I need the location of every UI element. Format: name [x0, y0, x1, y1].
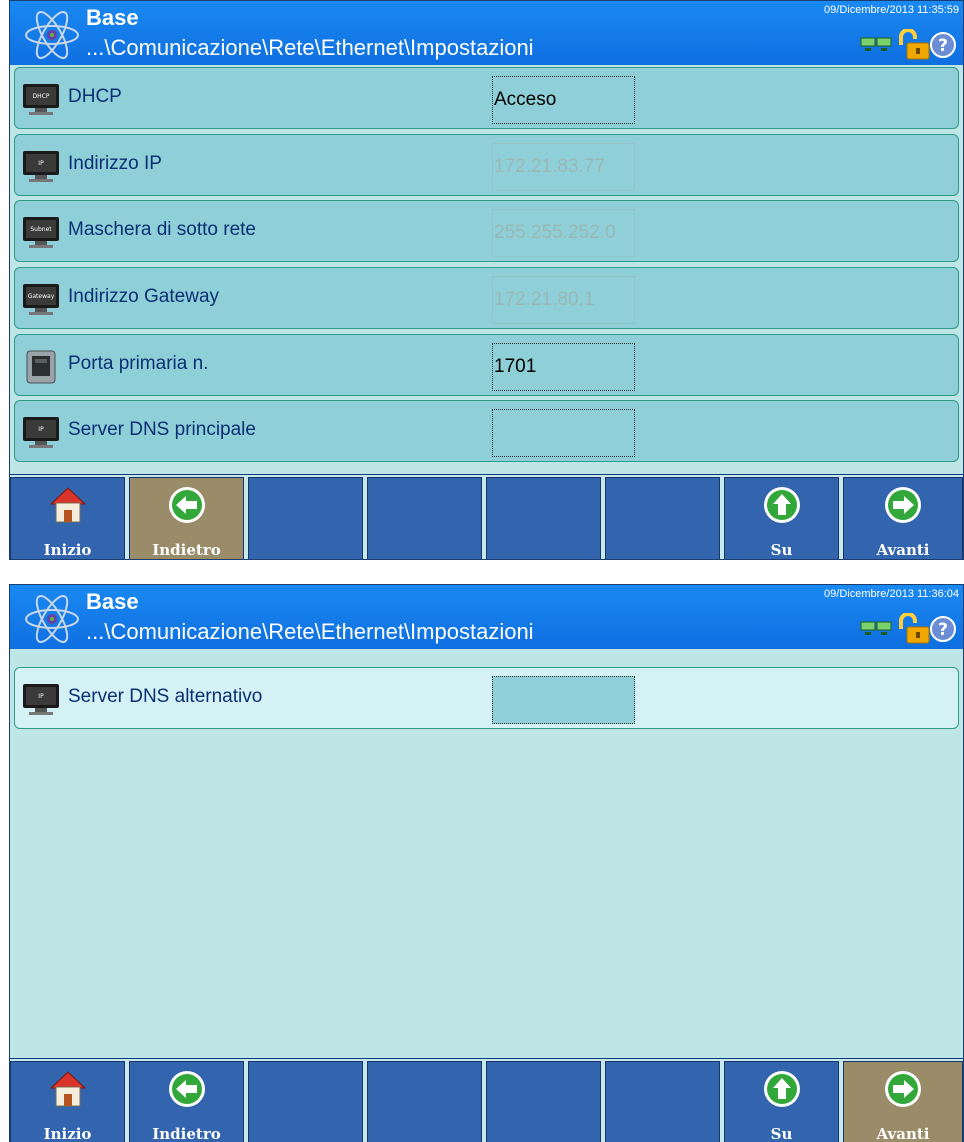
title-bar: Base ...\Comunicazione\Rete\Ethernet\Imp…: [10, 1, 963, 65]
softkey-bar: Inizio Indietro Su Avanti: [10, 474, 963, 559]
back-button-label: Indietro: [152, 1125, 221, 1142]
setting-row-subnet[interactable]: Subnet Maschera di sotto rete 255.255.25…: [14, 200, 959, 262]
setting-value-ip: 172.21.83.77: [492, 143, 635, 191]
dns-monitor-icon: IP: [23, 684, 59, 715]
dhcp-icon-text: DHCP: [33, 93, 50, 100]
arrow-left-icon: [169, 1071, 205, 1107]
setting-row-ip[interactable]: IP Indirizzo IP 172.21.83.77: [14, 134, 959, 196]
lock-open-icon: [899, 613, 930, 644]
setting-value-gateway: 172.21.80.1: [492, 276, 635, 324]
softkey-empty-5[interactable]: [486, 1061, 601, 1142]
home-button-label: Inizio: [43, 541, 92, 559]
next-button[interactable]: Avanti: [843, 477, 963, 559]
setting-value-dhcp[interactable]: Acceso: [492, 76, 635, 124]
arrow-up-icon: [764, 1071, 800, 1107]
softkey-empty-5[interactable]: [486, 477, 601, 559]
setting-row-dns-primary[interactable]: IP Server DNS principale: [14, 400, 959, 462]
softkey-bar: Inizio Indietro Su Avanti: [10, 1058, 963, 1142]
up-button[interactable]: Su: [724, 477, 839, 559]
svg-text:?: ?: [938, 36, 948, 56]
setting-label-dns-alternate: Server DNS alternativo: [68, 686, 263, 707]
softkey-empty-3[interactable]: [248, 477, 363, 559]
dhcp-monitor-icon: DHCP: [23, 84, 59, 115]
setting-label-gateway: Indirizzo Gateway: [68, 286, 220, 307]
setting-row-primary-port[interactable]: Porta primaria n. 1701: [14, 334, 959, 396]
arrow-left-icon: [169, 487, 205, 523]
home-icon: [49, 1071, 87, 1107]
home-button[interactable]: Inizio: [10, 477, 125, 559]
softkey-empty-3[interactable]: [248, 1061, 363, 1142]
datetime: 09/Dicembre/2013 11:35:59: [824, 4, 959, 16]
setting-value-dns-primary[interactable]: [492, 409, 635, 457]
svg-text:?: ?: [938, 620, 948, 640]
up-button-label: Su: [770, 541, 793, 559]
terminal-screen-1: Base ...\Comunicazione\Rete\Ethernet\Imp…: [9, 0, 964, 560]
lock-open-icon: [899, 29, 930, 60]
setting-value-subnet: 255.255.252.0: [492, 209, 635, 257]
setting-row-gateway[interactable]: Gateway Indirizzo Gateway 172.21.80.1: [14, 267, 959, 329]
gateway-icon-text: Gateway: [28, 293, 55, 300]
setting-label-subnet: Maschera di sotto rete: [68, 219, 256, 240]
setting-row-dns-alternate[interactable]: IP Server DNS alternativo: [14, 667, 959, 729]
dns-primary-icon-text: IP: [38, 426, 44, 433]
status-icons: ?: [860, 29, 956, 60]
next-button-label: Avanti: [876, 541, 930, 559]
atom-logo-icon: [25, 595, 79, 643]
status-icons: ?: [860, 613, 956, 644]
network-icon: [860, 37, 892, 51]
back-button-label: Indietro: [152, 541, 221, 559]
arrow-right-icon: [885, 1071, 921, 1107]
home-button-label: Inizio: [43, 1125, 92, 1142]
datetime: 09/Dicembre/2013 11:36:04: [824, 588, 959, 600]
arrow-up-icon: [764, 487, 800, 523]
subnet-icon-text: Subnet: [30, 226, 52, 233]
terminal-screen-2: Base ...\Comunicazione\Rete\Ethernet\Imp…: [9, 584, 964, 1142]
setting-label-primary-port: Porta primaria n.: [68, 353, 209, 374]
setting-value-dns-alternate[interactable]: [492, 676, 635, 724]
home-button[interactable]: Inizio: [10, 1061, 125, 1142]
back-button[interactable]: Indietro: [129, 477, 244, 559]
port-icon: [26, 350, 56, 384]
next-button-label: Avanti: [876, 1125, 930, 1142]
subnet-monitor-icon: Subnet: [23, 217, 59, 248]
settings-list: DHCP DHCP Acceso IP Indirizzo IP 172.21.…: [10, 65, 963, 470]
back-button[interactable]: Indietro: [129, 1061, 244, 1142]
setting-row-dhcp[interactable]: DHCP DHCP Acceso: [14, 67, 959, 129]
help-icon[interactable]: ?: [930, 616, 956, 642]
breadcrumb: ...\Comunicazione\Rete\Ethernet\Impostaz…: [86, 35, 534, 60]
network-icon: [860, 621, 892, 635]
atom-logo-icon: [25, 11, 79, 59]
app-title: Base: [86, 589, 139, 614]
home-icon: [49, 487, 87, 523]
ip-icon-text: IP: [38, 160, 44, 167]
ip-monitor-icon: IP: [23, 151, 59, 182]
dns-monitor-icon: IP: [23, 417, 59, 448]
up-button-label: Su: [770, 1125, 793, 1142]
arrow-right-icon: [885, 487, 921, 523]
next-button[interactable]: Avanti: [843, 1061, 963, 1142]
softkey-empty-6[interactable]: [605, 477, 720, 559]
setting-label-dns-primary: Server DNS principale: [68, 419, 256, 440]
softkey-empty-4[interactable]: [367, 477, 482, 559]
setting-label-ip: Indirizzo IP: [68, 153, 162, 174]
up-button[interactable]: Su: [724, 1061, 839, 1142]
settings-list: IP Server DNS alternativo: [10, 649, 963, 1054]
title-bar: Base ...\Comunicazione\Rete\Ethernet\Imp…: [10, 585, 963, 649]
breadcrumb: ...\Comunicazione\Rete\Ethernet\Impostaz…: [86, 619, 534, 644]
gateway-monitor-icon: Gateway: [23, 284, 59, 315]
setting-value-primary-port[interactable]: 1701: [492, 343, 635, 391]
app-title: Base: [86, 5, 139, 30]
setting-label-dhcp: DHCP: [68, 86, 122, 107]
dns-alternate-icon-text: IP: [38, 693, 44, 700]
help-icon[interactable]: ?: [930, 32, 956, 58]
softkey-empty-6[interactable]: [605, 1061, 720, 1142]
softkey-empty-4[interactable]: [367, 1061, 482, 1142]
